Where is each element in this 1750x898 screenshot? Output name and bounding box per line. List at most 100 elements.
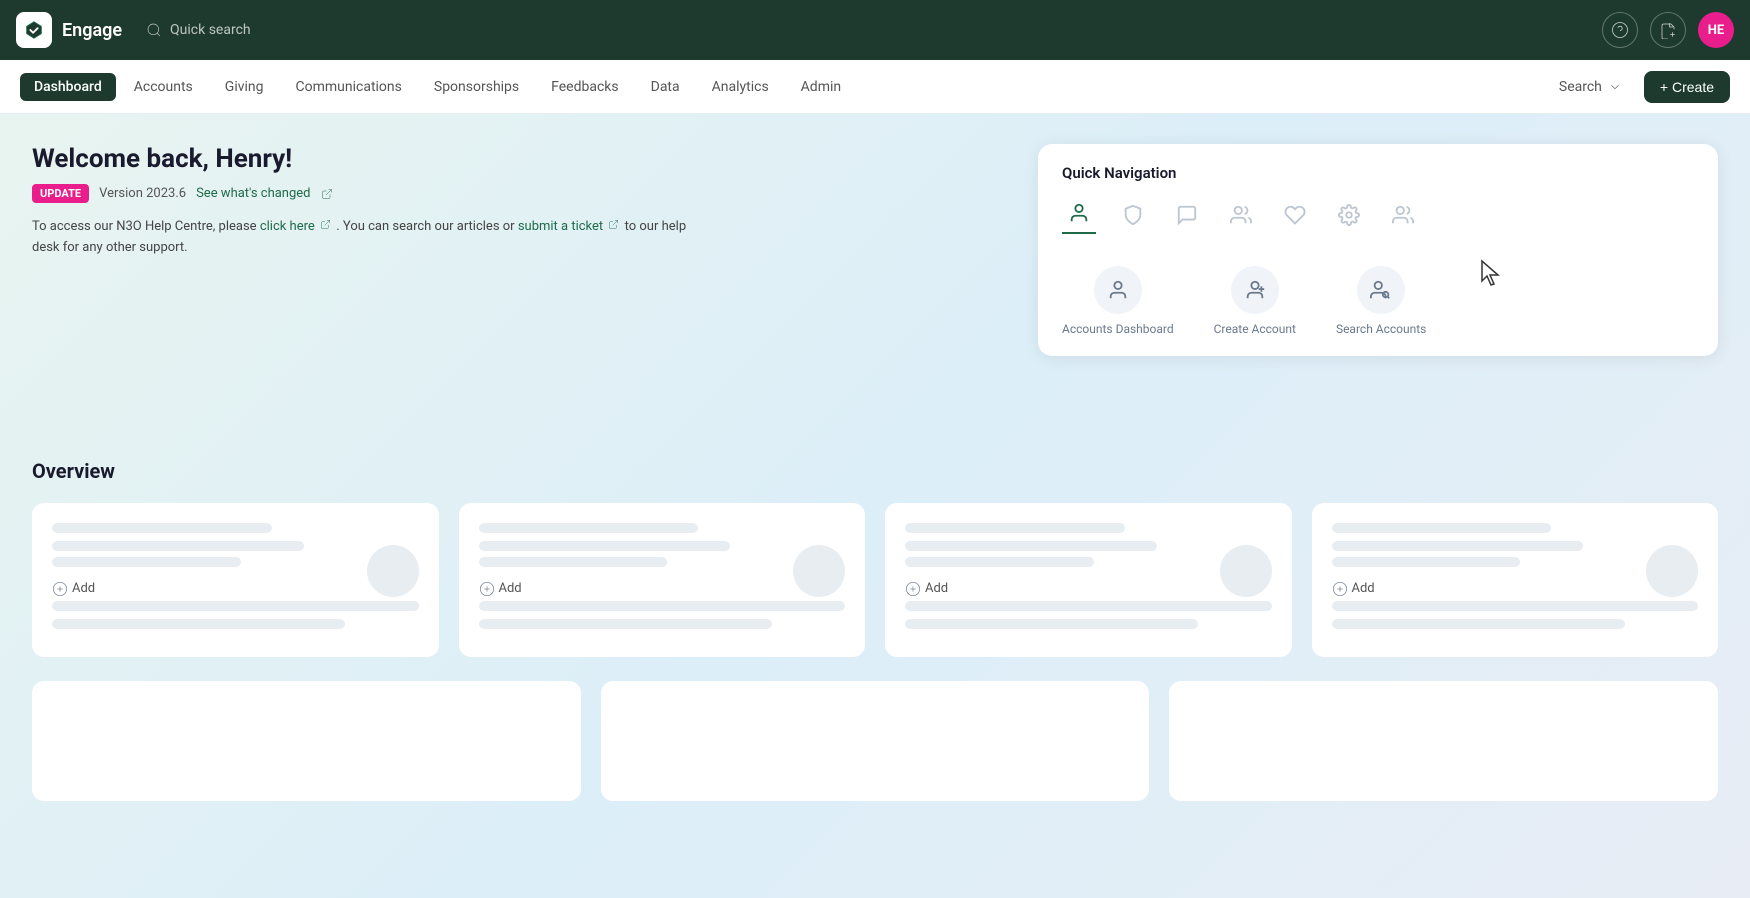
skeleton — [52, 601, 419, 611]
skeleton — [52, 523, 272, 533]
sec-nav-actions: Search + Create — [1549, 71, 1730, 103]
submit-ticket-link[interactable]: submit a ticket — [518, 219, 603, 234]
skeleton — [905, 601, 1272, 611]
skeleton — [479, 619, 772, 629]
nav-data[interactable]: Data — [637, 73, 694, 101]
quick-nav-title: Quick Navigation — [1062, 164, 1694, 182]
bottom-card-1 — [32, 681, 581, 801]
add-button-3[interactable]: Add — [905, 577, 1220, 601]
welcome-section: Welcome back, Henry! UPDATE Version 2023… — [32, 144, 712, 259]
skeleton — [52, 619, 345, 629]
top-nav-right: HE — [1602, 12, 1734, 48]
search-button[interactable]: Search — [1549, 73, 1632, 101]
card-2-skeleton-top — [479, 523, 846, 541]
quick-nav-tab-team[interactable] — [1386, 198, 1420, 232]
card-2-left: Add — [479, 541, 794, 601]
skeleton — [52, 557, 241, 567]
card-3-skeleton-top — [905, 523, 1272, 541]
skeleton — [52, 541, 304, 551]
help-centre-link[interactable]: click here — [260, 219, 315, 234]
overview-card-4: Add — [1312, 503, 1719, 657]
skeleton — [905, 557, 1094, 567]
skeleton — [905, 523, 1125, 533]
help-text-1: To access our N3O Help Centre, please — [32, 219, 257, 234]
secondary-navigation: Dashboard Accounts Giving Communications… — [0, 60, 1750, 114]
card-circle-1 — [367, 545, 419, 597]
help-text-2: . You can search our articles or — [336, 219, 518, 234]
skeleton — [905, 541, 1157, 551]
version-text: Version 2023.6 — [99, 186, 186, 201]
quick-nav-tab-people[interactable] — [1224, 198, 1258, 232]
overview-card-1: Add — [32, 503, 439, 657]
card-1-skeleton-top — [52, 523, 419, 541]
search-accounts-label: Search Accounts — [1336, 322, 1426, 336]
overview-section: Overview Add — [32, 459, 1718, 801]
nav-admin[interactable]: Admin — [787, 73, 855, 101]
user-avatar[interactable]: HE — [1698, 12, 1734, 48]
add-button-4[interactable]: Add — [1332, 577, 1647, 601]
plus-circle-icon-2 — [479, 581, 495, 597]
card-circle-4 — [1646, 545, 1698, 597]
nav-communications[interactable]: Communications — [282, 73, 416, 101]
search-accounts-shortcut[interactable]: Search Accounts — [1336, 266, 1426, 336]
plus-circle-icon-4 — [1332, 581, 1348, 597]
plus-circle-icon-3 — [905, 581, 921, 597]
nav-accounts[interactable]: Accounts — [120, 73, 207, 101]
quick-nav-tab-giving[interactable] — [1116, 198, 1150, 232]
bottom-card-3 — [1169, 681, 1718, 801]
card-1-left: Add — [52, 541, 367, 601]
quick-nav-tab-settings[interactable] — [1332, 198, 1366, 232]
card-3-inner: Add — [905, 541, 1272, 601]
card-4-left: Add — [1332, 541, 1647, 601]
create-account-shortcut[interactable]: Create Account — [1214, 266, 1296, 336]
skeleton — [1332, 601, 1699, 611]
overview-cards-grid: Add — [32, 503, 1718, 657]
accounts-dashboard-icon — [1094, 266, 1142, 314]
add-button-2[interactable]: Add — [479, 577, 794, 601]
overview-bottom-cards — [32, 681, 1718, 801]
card-3-left: Add — [905, 541, 1220, 601]
overview-card-3: Add — [885, 503, 1292, 657]
quick-nav-card: Quick Navigation — [1038, 144, 1718, 356]
notifications-button[interactable] — [1650, 12, 1686, 48]
bottom-card-2 — [601, 681, 1150, 801]
see-changed-link[interactable]: See what's changed — [196, 186, 310, 201]
card-4-skeleton-top — [1332, 523, 1699, 541]
plus-circle-icon — [52, 581, 68, 597]
card-2-inner: Add — [479, 541, 846, 601]
accounts-dashboard-label: Accounts Dashboard — [1062, 322, 1174, 336]
logo-icon — [16, 12, 52, 48]
chevron-down-icon — [1608, 80, 1622, 94]
skeleton — [479, 557, 668, 567]
overview-card-2: Add — [459, 503, 866, 657]
skeleton — [1332, 523, 1552, 533]
nav-sponsorships[interactable]: Sponsorships — [420, 73, 533, 101]
top-navigation: Engage Quick search HE — [0, 0, 1750, 60]
external-link-icon-2 — [320, 219, 331, 230]
add-button-1[interactable]: Add — [52, 577, 367, 601]
skeleton — [479, 541, 731, 551]
welcome-title: Welcome back, Henry! — [32, 144, 712, 174]
logo[interactable]: Engage — [16, 12, 122, 48]
nav-dashboard[interactable]: Dashboard — [20, 73, 116, 101]
search-icon — [146, 22, 162, 38]
quick-nav-tab-accounts[interactable] — [1062, 196, 1096, 234]
quick-nav-tab-communications[interactable] — [1170, 198, 1204, 232]
external-link-icon — [321, 188, 333, 200]
skeleton — [1332, 619, 1625, 629]
nav-feedbacks[interactable]: Feedbacks — [537, 73, 632, 101]
nav-giving[interactable]: Giving — [211, 73, 278, 101]
update-badge: UPDATE — [32, 184, 89, 203]
create-button[interactable]: + Create — [1644, 71, 1730, 103]
quick-nav-tab-heart[interactable] — [1278, 198, 1312, 232]
skeleton — [1332, 557, 1521, 567]
skeleton — [1332, 541, 1584, 551]
quick-search-label: Quick search — [170, 22, 251, 38]
app-name: Engage — [62, 20, 122, 41]
quick-search[interactable]: Quick search — [146, 22, 251, 38]
accounts-dashboard-shortcut[interactable]: Accounts Dashboard — [1062, 266, 1174, 336]
update-row: UPDATE Version 2023.6 See what's changed — [32, 184, 712, 203]
help-button[interactable] — [1602, 12, 1638, 48]
card-circle-3 — [1220, 545, 1272, 597]
nav-analytics[interactable]: Analytics — [698, 73, 783, 101]
